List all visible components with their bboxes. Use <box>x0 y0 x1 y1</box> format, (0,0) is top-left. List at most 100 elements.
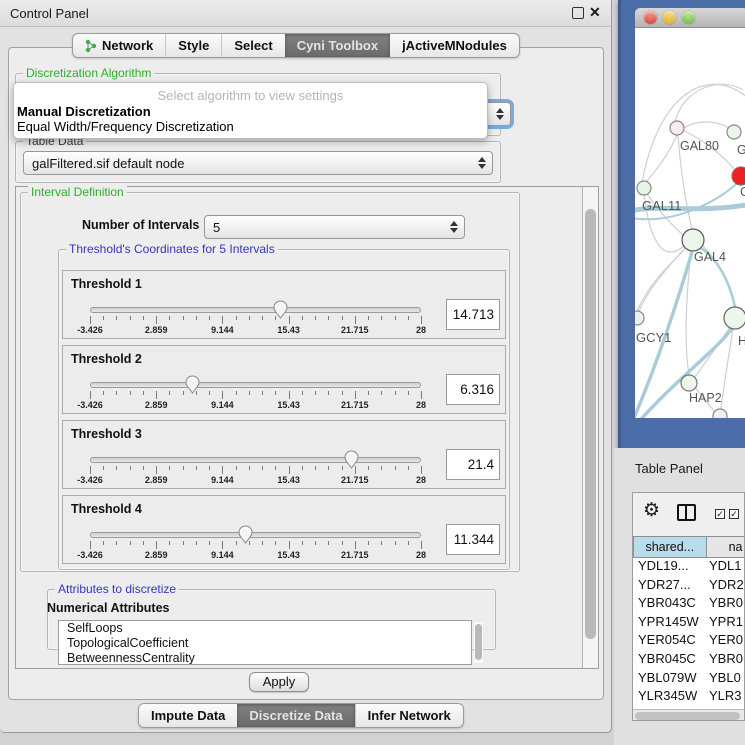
dropdown-prompt[interactable]: Select algorithm to view settings <box>14 83 487 104</box>
network-node[interactable] <box>635 311 644 325</box>
table-row[interactable]: YDL19... YDL1 <box>633 558 745 577</box>
close-traffic-light[interactable] <box>644 11 657 24</box>
network-node[interactable] <box>713 409 727 418</box>
threshold-row: Threshold 3 -3.4262.8599.14415.4321.7152… <box>62 420 506 489</box>
slider-thumb[interactable] <box>273 300 288 319</box>
network-node-label: HAP2 <box>689 391 722 405</box>
close-icon[interactable]: ✕ <box>589 4 601 21</box>
threshold-value-field[interactable]: 21.4 <box>446 449 500 480</box>
list-item[interactable]: SelfLoops <box>59 621 471 636</box>
tab-network[interactable]: Network <box>73 34 165 57</box>
threshold-slider-track[interactable] <box>90 307 421 313</box>
cell-name: YDL1 <box>709 558 745 577</box>
slider-thumb[interactable] <box>238 525 253 544</box>
network-edge[interactable] <box>646 135 677 182</box>
window-title: Control Panel <box>10 6 89 21</box>
minimize-traffic-light[interactable] <box>663 11 676 24</box>
table-row[interactable]: YBL079W YBL0 <box>633 670 745 689</box>
threshold-label: Threshold 2 <box>71 352 142 366</box>
column-header-shared-name[interactable]: shared... <box>633 536 707 558</box>
apply-button[interactable]: Apply <box>249 672 309 692</box>
network-node[interactable] <box>637 181 651 195</box>
cell-shared-name: YBR045C <box>633 651 709 670</box>
network-canvas[interactable]: GAL80GAGAL11CGAL4GCY1HHAP2 <box>635 28 745 418</box>
list-item[interactable]: TopologicalCoefficient <box>59 636 471 651</box>
cell-shared-name: YBR043C <box>633 595 709 614</box>
numerical-attributes-list[interactable]: SelfLoopsTopologicalCoefficientBetweenne… <box>58 620 472 665</box>
checkbox-icon[interactable]: ✓ <box>729 509 739 519</box>
zoom-traffic-light[interactable] <box>682 11 695 24</box>
threshold-value-field[interactable]: 14.713 <box>446 299 500 330</box>
stepper-arrows-icon <box>450 221 458 233</box>
tab-jactivemnodules[interactable]: jActiveMNodules <box>390 34 519 57</box>
slider-thumb[interactable] <box>185 375 200 394</box>
float-window-icon[interactable] <box>572 7 584 19</box>
group-title: Discretization Algorithm <box>23 66 154 80</box>
table-panel-inner: ⚙ ✓ ✓ shared... na YDL19... YDL1 YDR27..… <box>632 492 745 721</box>
stepper-arrows-icon <box>478 157 486 169</box>
threshold-label: Threshold 1 <box>71 277 142 291</box>
control-panel-window: Control Panel ✕ Discretization Algorithm… <box>0 0 612 733</box>
settings-vertical-scrollbar[interactable] <box>582 187 598 668</box>
threshold-label: Threshold 3 <box>71 427 142 441</box>
tab-style[interactable]: Style <box>165 34 221 57</box>
slider-tick-labels: -3.4262.8599.14415.4321.71528 <box>90 475 421 486</box>
table-row[interactable]: YDR27... YDR2 <box>633 577 745 596</box>
scrollbar-thumb[interactable] <box>585 209 596 639</box>
network-edge[interactable] <box>675 84 743 122</box>
table-row[interactable]: YBR045C YBR0 <box>633 651 745 670</box>
threshold-slider-track[interactable] <box>90 457 421 463</box>
gear-icon[interactable]: ⚙ <box>643 499 660 522</box>
cell-shared-name: YPR145W <box>633 614 709 633</box>
network-edge[interactable] <box>684 122 728 128</box>
cyni-mode-tabs: Impute Data Discretize Data Infer Networ… <box>138 703 464 728</box>
column-header-name[interactable]: na <box>707 536 745 558</box>
network-node[interactable] <box>670 121 684 135</box>
number-of-intervals-combobox[interactable]: 5 <box>204 215 465 239</box>
table-row[interactable]: YLR345W YLR3 <box>633 688 745 707</box>
tab-cyni-toolbox[interactable]: Cyni Toolbox <box>285 34 390 57</box>
table-row[interactable]: YER054C YER0 <box>633 632 745 651</box>
table-data-combobox[interactable]: galFiltered.sif default node <box>23 151 493 175</box>
cell-shared-name: YLR345W <box>633 688 709 707</box>
cell-shared-name: YDR27... <box>633 577 709 596</box>
stepper-arrows-icon <box>496 108 504 120</box>
network-node[interactable] <box>732 167 745 185</box>
dropdown-item-equal-width[interactable]: Equal Width/Frequency Discretization <box>14 119 487 134</box>
column-layout-icon[interactable] <box>677 504 696 521</box>
table-row[interactable]: YBR043C YBR0 <box>633 595 745 614</box>
tab-select[interactable]: Select <box>221 34 284 57</box>
network-node-label: GAL11 <box>642 198 682 213</box>
threshold-row: Threshold 1 -3.4262.8599.14415.4321.7152… <box>62 270 506 339</box>
table-rows: YDL19... YDL1 YDR27... YDR2 YBR043C YBR0… <box>633 558 745 709</box>
threshold-row: Threshold 4 -3.4262.8599.14415.4321.7152… <box>62 495 506 564</box>
slider-thumb[interactable] <box>344 450 359 469</box>
network-node-label: H <box>738 334 745 348</box>
network-node[interactable] <box>727 125 741 139</box>
network-node[interactable] <box>682 229 704 251</box>
table-row[interactable]: YPR145W YPR1 <box>633 614 745 633</box>
attributes-list-scrollbar[interactable] <box>474 622 483 663</box>
numerical-attributes-label: Numerical Attributes <box>47 601 169 615</box>
threshold-slider-track[interactable] <box>90 532 421 538</box>
checkbox-icon[interactable]: ✓ <box>715 509 725 519</box>
table-panel-title: Table Panel <box>635 461 703 476</box>
number-of-intervals-value: 5 <box>213 220 220 235</box>
network-icon <box>85 39 97 52</box>
table-horizontal-scrollbar[interactable] <box>633 709 745 720</box>
dropdown-item-manual[interactable]: Manual Discretization <box>14 104 487 119</box>
table-panel: Table Panel ⚙ ✓ ✓ shared... na YDL19... … <box>614 448 745 745</box>
list-item[interactable]: BetweennessCentrality <box>59 651 471 665</box>
tab-infer-network[interactable]: Infer Network <box>355 704 463 727</box>
tab-discretize-data[interactable]: Discretize Data <box>237 704 354 727</box>
cell-shared-name: YDL19... <box>633 558 709 577</box>
threshold-slider-track[interactable] <box>90 382 421 388</box>
tab-impute-data[interactable]: Impute Data <box>139 704 237 727</box>
network-node[interactable] <box>681 375 697 391</box>
cell-name: YDR2 <box>709 577 745 596</box>
slider-tick-labels: -3.4262.8599.14415.4321.71528 <box>90 550 421 561</box>
network-window-titlebar[interactable] <box>635 8 745 28</box>
threshold-value-field[interactable]: 6.316 <box>446 374 500 405</box>
network-node[interactable] <box>724 307 745 329</box>
threshold-value-field[interactable]: 11.344 <box>446 524 500 555</box>
